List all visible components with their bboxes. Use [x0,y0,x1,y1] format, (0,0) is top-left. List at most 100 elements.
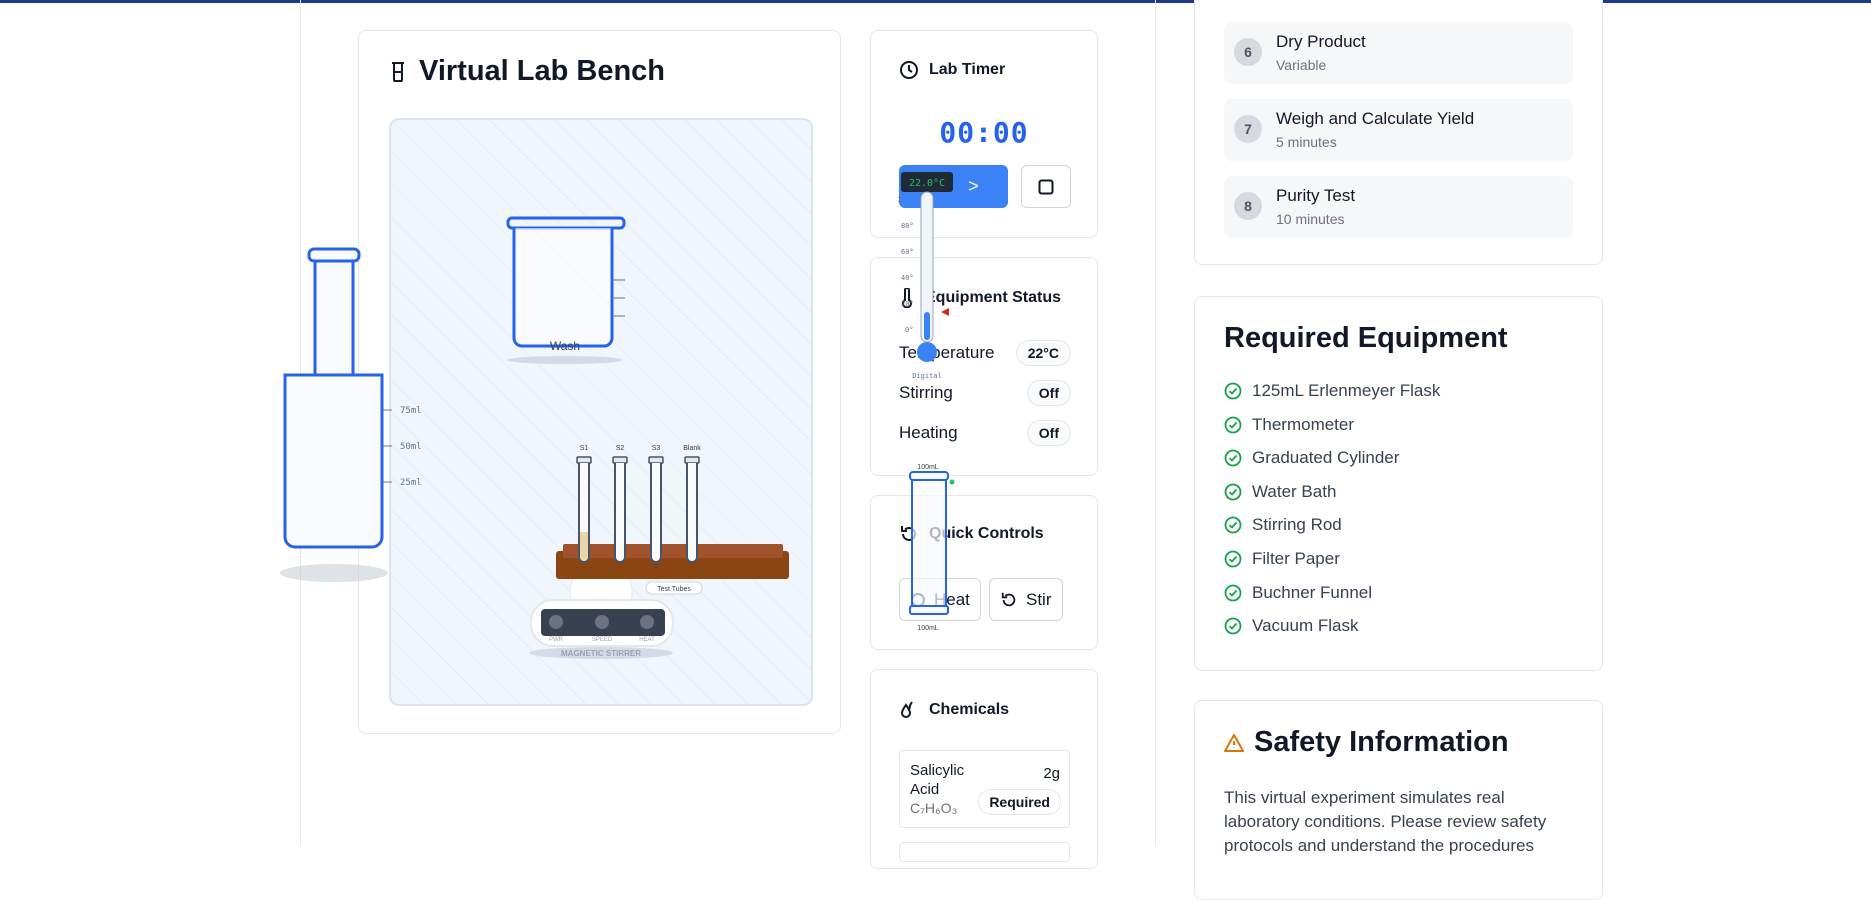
check-circle-icon [1224,416,1242,433]
knob-label-heat: HEAT [639,637,655,643]
stirrer-label: MAGNETIC STIRRER [561,649,641,658]
status-badge-heating: Off [1026,420,1071,446]
stirrer-knob-speed[interactable] [595,615,609,629]
tube-label-blank: Blank [683,445,701,452]
tube-label-s1: S1 [580,445,589,452]
step-title: Weigh and Calculate Yield [1276,109,1475,128]
thermometer-reading: 22.0°C [909,178,945,189]
tube-label-s3: S3 [652,445,661,452]
cylinder-mark-50: 50ml [400,442,422,452]
bench-workspace[interactable]: Wash PWR SPEED HEAT MAGNETIC STIRRER Tes… [389,118,813,706]
beaker-icon [392,61,404,82]
timer-header: Lab Timer [899,60,1005,80]
timer-title: Lab Timer [929,61,1006,78]
step-duration: 5 minutes [1276,134,1337,150]
thermo-tick-60: 60° [901,248,914,256]
beaker-label: Wash [550,339,580,353]
equipment-list-item: Water Bath [1224,482,1336,502]
equipment-list-item: Thermometer [1224,415,1354,435]
stop-icon [1038,179,1054,194]
timer-display: 00:00 [939,116,1029,149]
tube-label-s2: S2 [616,445,625,452]
cylinder-bottom-label: 100mL [917,625,939,632]
thermo-tick-top: 1 [897,196,901,204]
warning-icon [1224,733,1244,752]
thermo-tick-20: 20° [901,300,914,308]
chemicals-card: Chemicals Salicylic Acid C₇H₆O₃ 2g Requi… [870,669,1098,869]
required-badge: Required [978,789,1061,815]
droplets-icon [900,701,913,718]
check-circle-icon [1224,483,1242,501]
step-title: Purity Test [1276,186,1356,205]
step-title: Dry Product [1276,32,1366,51]
safety-header: Safety Information [1224,726,1509,759]
safety-information-card: Safety Information This virtual experime… [1194,700,1603,900]
thermo-tick-80: 80° [901,222,914,230]
cylinder-mark-75: 75ml [400,406,422,416]
required-equipment-card: Required Equipment 125mL Erlenmeyer Flas… [1194,296,1603,671]
cylinder-top-label: 100mL [917,464,939,471]
play-icon: > [968,176,979,196]
rotate-icon [1001,592,1016,606]
status-row-heating: Heating Off [899,420,1071,446]
equipment-list-item: Stirring Rod [1224,515,1342,535]
chemical-formula: C₇H₆O₃ [910,800,958,816]
column-divider-right [1155,0,1156,845]
clock-icon [900,61,918,79]
stirrer-knob-power[interactable] [549,615,563,629]
chemical-amount: 2g [1043,765,1060,782]
knob-label-speed: SPEED [592,637,613,643]
status-label-heating: Heating [899,423,958,442]
equipment-item-label: Vacuum Flask [1252,616,1359,636]
digital-thermometer[interactable]: 22.0°C 1 80° 60° 40° 20° 0° Digital [893,172,963,382]
status-row-stirring: Stirring Off [899,380,1071,406]
test-tube-s1[interactable]: S1 [576,445,592,563]
step-number: 8 [1234,192,1262,220]
chemical-item-salicylic-acid[interactable]: Salicylic Acid C₇H₆O₃ 2g Required [899,750,1070,828]
thermo-tick-40: 40° [901,274,914,282]
check-circle-icon [1224,617,1242,635]
rack-label: Test Tubes [657,586,691,593]
equipment-item-label: Buchner Funnel [1252,582,1373,602]
chemical-item-next[interactable] [899,842,1070,862]
stirrer-knob-heat[interactable] [640,615,654,629]
knob-label-power: PWR [549,637,564,643]
stir-button[interactable]: Stir [989,578,1063,621]
step-duration: 10 minutes [1276,211,1345,227]
cylinder-mark-25: 25ml [400,478,422,488]
wash-beaker[interactable]: Wash [506,216,626,364]
lab-bench-card: Virtual Lab Bench Wash PWR SPEED HEAT MA… [358,30,841,734]
procedure-step[interactable]: 6 Dry Product Variable [1224,22,1573,84]
check-circle-icon [1224,382,1242,400]
status-label-stirring: Stirring [899,383,953,402]
equipment-item-label: 125mL Erlenmeyer Flask [1252,381,1441,400]
step-number: 7 [1234,115,1262,143]
procedure-step[interactable]: 7 Weigh and Calculate Yield 5 minutes [1224,99,1573,161]
stop-timer-button[interactable] [1021,165,1071,208]
procedure-step[interactable]: 8 Purity Test 10 minutes [1224,176,1573,238]
safety-title: Safety Information [1254,726,1509,758]
check-circle-icon [1224,516,1242,534]
chemicals-header: Chemicals [899,700,1009,720]
safety-text: This virtual experiment simulates real l… [1224,788,1547,855]
equipment-list-item: Filter Paper [1224,549,1340,569]
equipment-item-label: Graduated Cylinder [1252,448,1400,468]
test-tube-s3[interactable]: S3 [648,445,664,563]
equipment-list-item: Graduated Cylinder [1224,448,1399,468]
thermometer-type-label: Digital [912,372,942,380]
equipment-item-label: Stirring Rod [1252,515,1342,535]
stir-button-label: Stir [1026,589,1052,609]
check-circle-icon [1224,449,1242,467]
equipment-list-item: 125mL Erlenmeyer Flask [1224,381,1440,401]
equipment-list-item: Buchner Funnel [1224,583,1372,603]
graduated-cylinder[interactable]: 100mL 100mL [900,460,960,635]
bench-title: Virtual Lab Bench [419,55,666,87]
equipment-item-label: Thermometer [1252,414,1355,434]
chemical-name-line2: Acid [910,781,940,798]
step-number: 6 [1234,38,1262,66]
large-cylinder[interactable]: 75ml 50ml 25ml [276,245,426,585]
test-tube-s2[interactable]: S2 [612,445,628,563]
chemicals-title: Chemicals [929,701,1010,718]
equipment-item-label: Water Bath [1252,481,1337,501]
check-circle-icon [1224,550,1242,568]
